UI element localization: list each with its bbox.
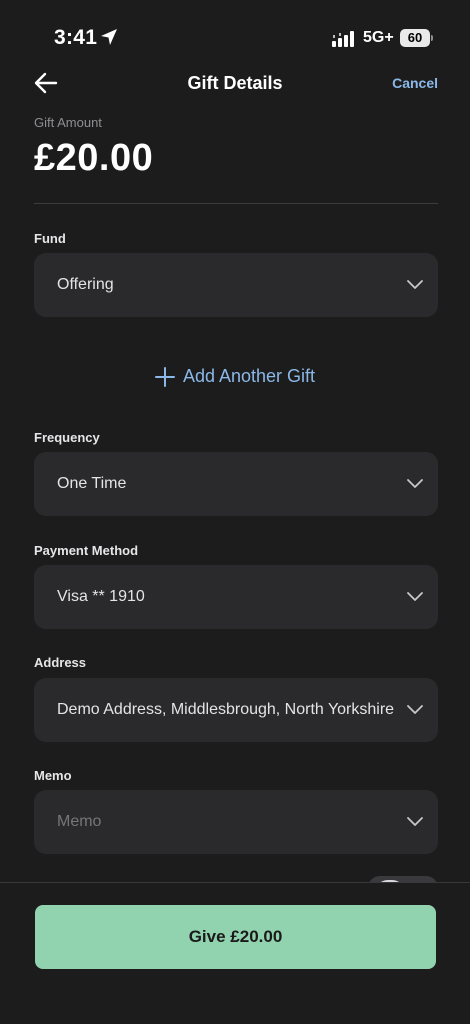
chevron-down-icon bbox=[407, 280, 423, 289]
fund-label: Fund bbox=[34, 231, 66, 246]
chevron-down-icon bbox=[407, 705, 423, 714]
battery-level: 60 bbox=[400, 29, 430, 47]
address-value: Demo Address, Middlesbrough, North Yorks… bbox=[57, 701, 395, 718]
location-arrow-icon bbox=[101, 29, 117, 45]
add-another-gift-content: Add Another Gift bbox=[154, 366, 316, 387]
memo-field[interactable]: Memo bbox=[34, 790, 438, 854]
battery-icon: 60 bbox=[400, 29, 433, 47]
gift-amount-label: Gift Amount bbox=[34, 115, 102, 130]
payment-method-select[interactable]: Visa ** 1910 bbox=[34, 565, 438, 629]
gift-details-screen: 3:41 5G+ 60 Gift Details Cancel Gift Amo… bbox=[0, 0, 470, 1024]
add-another-gift-label: Add Another Gift bbox=[182, 366, 316, 386]
memo-placeholder: Memo bbox=[57, 813, 102, 830]
frequency-value: One Time bbox=[57, 475, 127, 492]
frequency-select[interactable]: One Time bbox=[34, 452, 438, 516]
give-button[interactable]: Give £20.00 bbox=[35, 905, 436, 969]
status-time: 3:41 bbox=[54, 26, 98, 49]
network-type: 5G+ bbox=[363, 29, 394, 46]
chevron-down-icon bbox=[407, 479, 423, 488]
fund-value: Offering bbox=[57, 276, 114, 293]
address-label: Address bbox=[34, 655, 87, 670]
status-bar: 3:41 5G+ 60 bbox=[0, 0, 470, 60]
gift-amount-value[interactable]: £20.00 bbox=[34, 137, 153, 180]
payment-method-value: Visa ** 1910 bbox=[57, 588, 145, 605]
memo-label: Memo bbox=[34, 768, 72, 783]
divider bbox=[34, 203, 438, 204]
chevron-down-icon bbox=[407, 592, 423, 601]
chevron-down-icon bbox=[407, 817, 423, 826]
bottom-action-bar: Give £20.00 bbox=[0, 882, 470, 1024]
battery-tip bbox=[431, 35, 433, 41]
signal-icon bbox=[332, 31, 354, 47]
fund-select[interactable]: Offering bbox=[34, 253, 438, 317]
address-select[interactable]: Demo Address, Middlesbrough, North Yorks… bbox=[34, 678, 438, 742]
payment-method-label: Payment Method bbox=[34, 543, 139, 558]
plus-icon bbox=[154, 366, 175, 387]
add-another-gift-button[interactable]: Add Another Gift bbox=[0, 366, 470, 392]
frequency-label: Frequency bbox=[34, 430, 100, 445]
cancel-button[interactable]: Cancel bbox=[392, 75, 438, 91]
